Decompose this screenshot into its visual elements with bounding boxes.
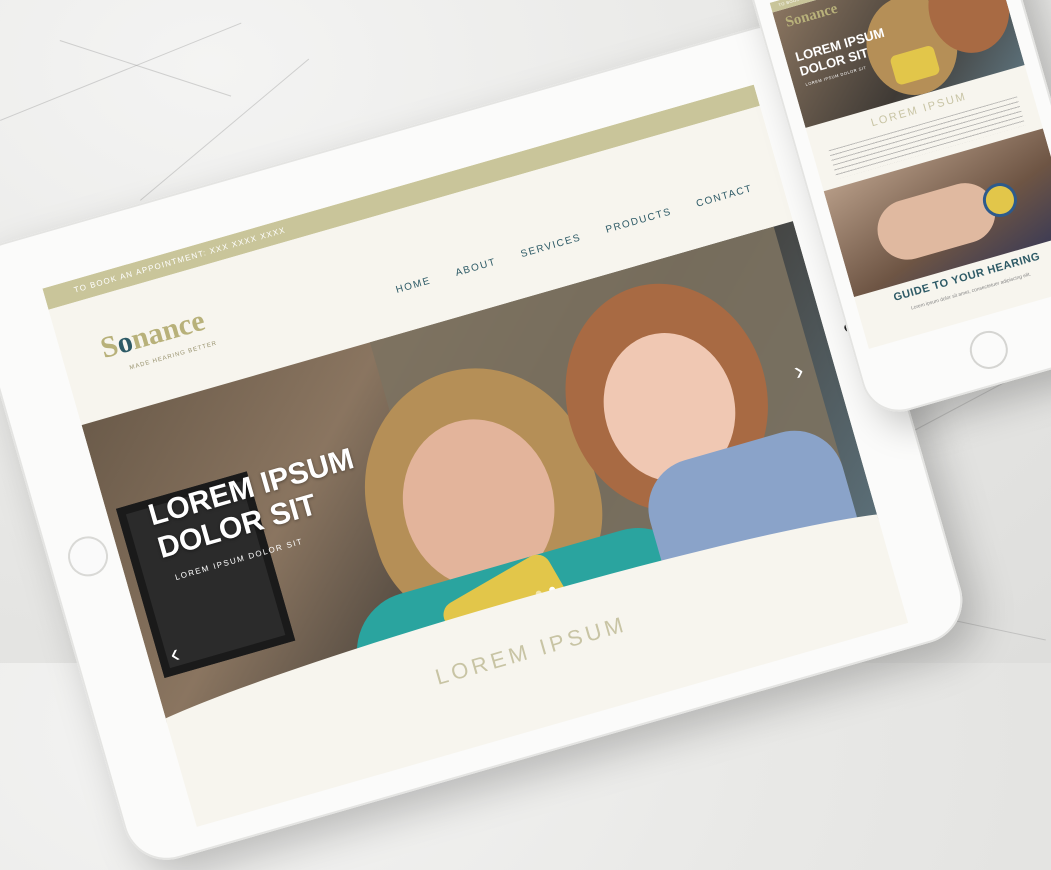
marble-vein [0,22,242,121]
nav-services[interactable]: SERVICES [520,232,583,260]
tablet-home-button[interactable] [63,531,113,582]
tablet-screen: TO BOOK AN APPOINTMENT: XXX XXXX XXXX So… [42,84,909,827]
nav-contact[interactable]: CONTACT [695,183,754,210]
nav-products[interactable]: PRODUCTS [605,206,674,235]
nav-home[interactable]: HOME [395,275,433,295]
phone-home-button[interactable] [965,326,1013,374]
marble-vein [59,40,232,97]
nav-about[interactable]: ABOUT [454,257,497,279]
photo-hands [870,176,1003,267]
site-logo[interactable]: Sonance [97,304,209,366]
